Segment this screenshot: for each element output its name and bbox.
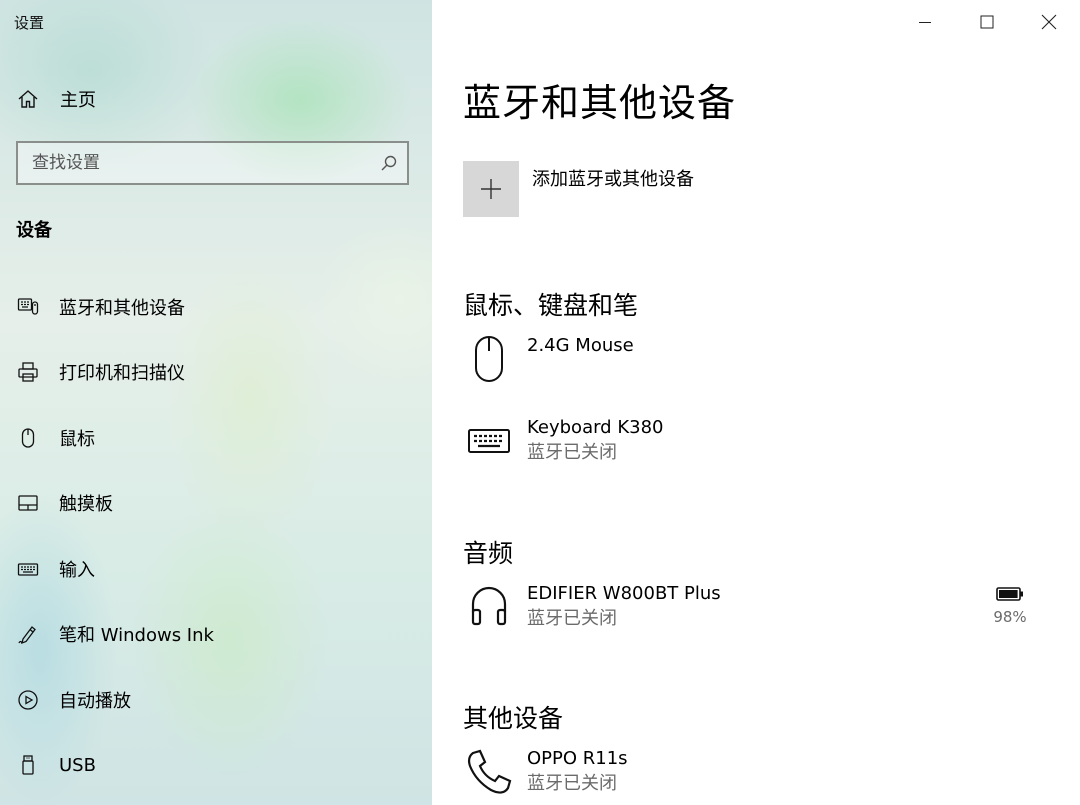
plus-icon [481,179,501,199]
minimize-icon [919,22,931,23]
sidebar-item-pen[interactable]: 笔和 Windows Ink [0,602,432,668]
device-status: 蓝牙已关闭 [527,442,617,463]
group-title-other-devices: 其他设备 [463,704,564,733]
device-name: 2.4G Mouse [527,335,634,356]
search-icon[interactable] [371,154,407,172]
sidebar-item-label: 打印机和扫描仪 [59,363,185,385]
device-name: EDIFIER W800BT Plus [527,583,721,604]
sidebar-item-typing[interactable]: 输入 [0,536,432,602]
battery-percent: 98% [993,608,1027,626]
sidebar-item-label: 触摸板 [59,494,113,516]
sidebar-item-bluetooth[interactable]: 蓝牙和其他设备 [0,274,432,340]
device-row-mouse[interactable]: 2.4G Mouse [463,334,1053,386]
autoplay-icon [16,688,40,712]
sidebar-item-mouse[interactable]: 鼠标 [0,405,432,471]
home-label: 主页 [60,90,96,111]
search-input[interactable] [18,143,371,183]
home-icon [16,87,40,111]
touchpad-icon [16,491,40,515]
mouse-icon [16,426,40,450]
group-title-input-devices: 鼠标、键盘和笔 [463,291,639,320]
sidebar-item-usb[interactable]: USB [0,733,432,799]
section-title: 设备 [16,220,52,241]
pen-icon [16,622,40,646]
device-row-phone[interactable]: OPPO R11s 蓝牙已关闭 [463,747,1053,799]
group-title-audio: 音频 [463,539,514,568]
minimize-button[interactable] [894,0,956,44]
battery-indicator: 98% [980,586,1040,626]
keyboard-icon [463,416,515,468]
sidebar-item-autoplay[interactable]: 自动播放 [0,667,432,733]
search-box[interactable] [16,141,409,185]
printer-icon [16,360,40,384]
headphones-icon [463,582,515,634]
phone-icon [463,747,515,799]
page-title: 蓝牙和其他设备 [463,81,737,125]
sidebar-item-label: 蓝牙和其他设备 [59,297,185,319]
add-device-button[interactable]: 添加蓝牙或其他设备 [463,161,694,217]
sidebar-item-label: 输入 [59,559,95,581]
maximize-icon [980,15,994,29]
sidebar-item-label: 自动播放 [59,690,131,712]
device-row-keyboard[interactable]: Keyboard K380 蓝牙已关闭 [463,416,1053,468]
sidebar-item-printers[interactable]: 打印机和扫描仪 [0,340,432,406]
device-status: 蓝牙已关闭 [527,773,617,794]
sidebar-item-label: USB [59,754,96,776]
add-tile[interactable] [463,161,519,217]
close-icon [1041,14,1057,30]
keyboard-icon [16,557,40,581]
sidebar-item-touchpad[interactable]: 触摸板 [0,471,432,537]
add-device-label: 添加蓝牙或其他设备 [532,169,694,190]
sidebar-item-label: 鼠标 [59,428,95,450]
usb-icon [16,753,40,777]
battery-icon [996,587,1023,601]
window-controls [894,0,1080,44]
close-button[interactable] [1018,0,1080,44]
main-panel: 蓝牙和其他设备 添加蓝牙或其他设备 鼠标、键盘和笔 2.4G Mouse Key… [432,0,1080,805]
sidebar: 设置 主页 设备 蓝牙和其他设备 [0,0,432,805]
bluetooth-devices-icon [16,295,40,319]
device-row-headphones[interactable]: EDIFIER W800BT Plus 蓝牙已关闭 [463,582,1053,634]
sidebar-item-label: 笔和 Windows Ink [59,625,214,647]
battery-fill [999,590,1018,598]
sidebar-home[interactable]: 主页 [16,84,96,114]
maximize-button[interactable] [956,0,1018,44]
device-name: Keyboard K380 [527,417,664,438]
sidebar-nav: 蓝牙和其他设备 打印机和扫描仪 鼠标 触摸板 输入 笔和 Windows Ink… [0,274,432,798]
device-status: 蓝牙已关闭 [527,608,617,629]
mouse-icon [463,334,515,386]
app-title: 设置 [14,14,45,32]
device-name: OPPO R11s [527,748,628,769]
